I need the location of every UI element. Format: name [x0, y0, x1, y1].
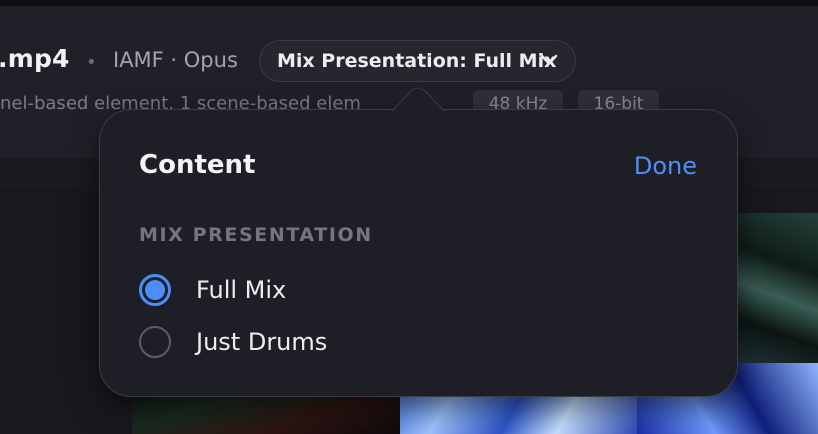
popover-title: Content: [139, 150, 256, 180]
codec-info: IAMF · Opus: [113, 48, 238, 72]
mix-option-label: Just Drums: [196, 328, 328, 356]
file-name: .mp4: [0, 44, 70, 73]
mix-option-label: Full Mix: [196, 276, 287, 304]
radio-selected-icon[interactable]: [139, 274, 171, 306]
video-region: [738, 213, 818, 363]
done-button[interactable]: Done: [634, 152, 697, 180]
mix-option-full-mix[interactable]: Full Mix: [139, 273, 559, 307]
separator-dot: •: [86, 52, 97, 73]
mix-presentation-button-label: Mix Presentation: Full Mix: [277, 50, 557, 72]
mix-presentation-button[interactable]: Mix Presentation: Full Mix: [259, 40, 576, 82]
section-label-mix-presentation: MIX PRESENTATION: [139, 224, 373, 246]
radio-unselected-icon[interactable]: [139, 326, 171, 358]
mix-option-just-drums[interactable]: Just Drums: [139, 325, 559, 359]
chevron-down-icon: [540, 54, 558, 65]
content-popover: Content Done MIX PRESENTATION Full Mix J…: [99, 109, 738, 397]
